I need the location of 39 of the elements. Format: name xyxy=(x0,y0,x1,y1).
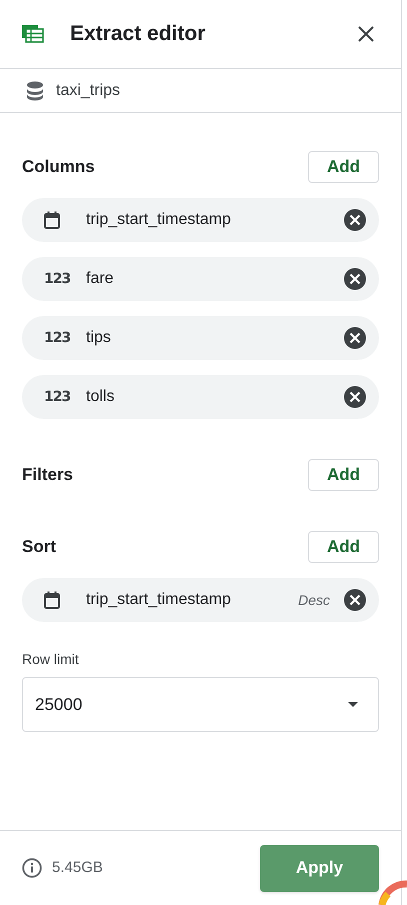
arc-drawing xyxy=(378,880,407,905)
remove-icon[interactable] xyxy=(344,589,366,611)
section-title: Columns xyxy=(22,156,95,178)
field-name: trip_start_timestamp xyxy=(86,590,231,610)
field-chip[interactable]: 123 tips xyxy=(22,316,379,360)
remove-icon[interactable] xyxy=(344,209,366,231)
field-chip[interactable]: 123 fare xyxy=(22,257,379,301)
number-type-icon: 123 xyxy=(44,386,68,408)
field-label: Row limit xyxy=(22,650,80,669)
section-title: Sort xyxy=(22,536,56,558)
select-value: 25000 xyxy=(35,694,82,716)
sort-order[interactable]: Desc xyxy=(298,590,330,610)
dropdown-caret-icon xyxy=(348,702,358,707)
number-type-icon: 123 xyxy=(44,268,68,290)
size-estimate: 5.45GB xyxy=(52,858,103,878)
remove-icon[interactable] xyxy=(344,386,366,408)
source-name: taxi_trips xyxy=(56,80,120,100)
database-icon xyxy=(26,80,44,100)
field-chip[interactable]: 123 tolls xyxy=(22,375,379,419)
field-name: fare xyxy=(86,269,114,289)
close-button[interactable] xyxy=(357,25,375,43)
add-button[interactable]: Add xyxy=(308,459,379,491)
row-limit-select[interactable]: 25000 xyxy=(22,677,379,732)
field-chip[interactable]: trip_start_timestamp Desc xyxy=(22,578,379,622)
spreadsheet-icon xyxy=(22,25,44,43)
window-title: Extract editor xyxy=(70,21,206,48)
section-title: Filters xyxy=(22,464,74,486)
info-icon xyxy=(22,858,42,878)
field-name: trip_start_timestamp xyxy=(86,210,231,230)
field-name: tolls xyxy=(86,387,114,407)
calendar-icon xyxy=(44,591,60,609)
calendar-icon xyxy=(44,211,60,229)
remove-icon[interactable] xyxy=(344,327,366,349)
field-chip[interactable]: trip_start_timestamp xyxy=(22,198,379,242)
add-button[interactable]: Add xyxy=(308,151,379,183)
remove-icon[interactable] xyxy=(344,268,366,290)
field-name: tips xyxy=(86,328,111,348)
number-type-icon: 123 xyxy=(44,328,68,348)
add-button[interactable]: Add xyxy=(308,531,379,563)
